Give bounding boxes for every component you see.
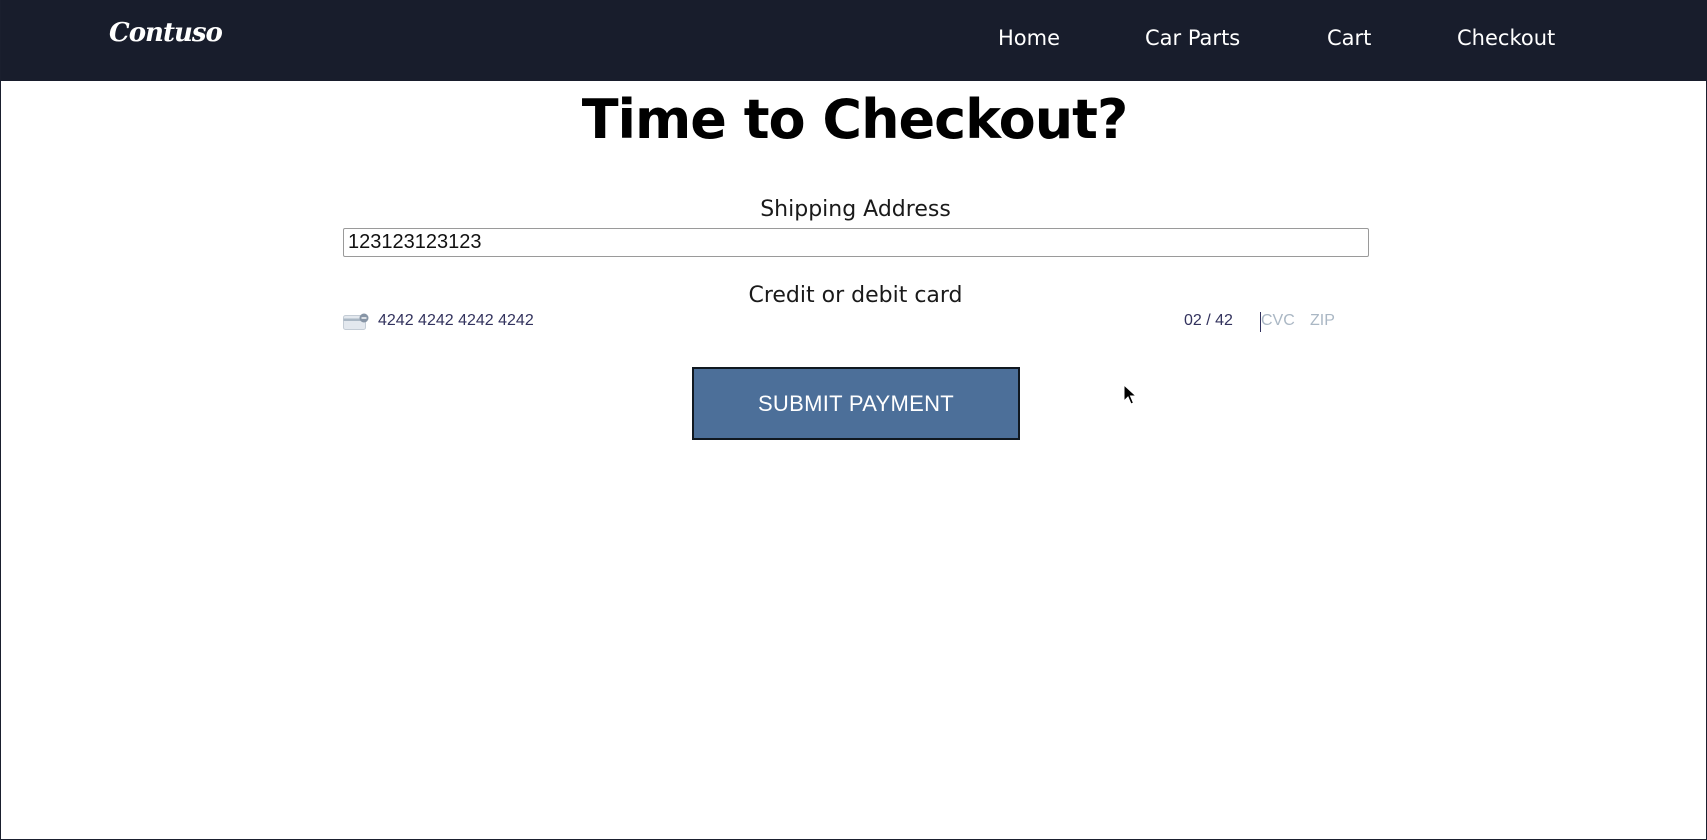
card-expiry-field[interactable]: 02 / 42 <box>1184 312 1233 330</box>
mouse-pointer-icon <box>1123 384 1137 405</box>
nav-link-checkout[interactable]: Checkout <box>1457 26 1555 50</box>
card-label: Credit or debit card <box>748 283 963 308</box>
nav-link-car-parts[interactable]: Car Parts <box>1145 26 1240 50</box>
shipping-address-input[interactable] <box>343 228 1369 257</box>
top-navbar: Contuso Home Car Parts Cart Checkout <box>1 0 1707 81</box>
submit-payment-button[interactable]: SUBMIT PAYMENT <box>692 367 1020 440</box>
generic-credit-card-icon <box>343 313 369 330</box>
nav-link-cart[interactable]: Cart <box>1327 26 1371 50</box>
card-input[interactable]: 4242 4242 4242 4242 02 / 42 CVC ZIP <box>343 308 1369 336</box>
card-cvc-field[interactable]: CVC <box>1261 312 1295 330</box>
page-title: Time to Checkout? <box>581 88 1129 151</box>
shipping-address-label: Shipping Address <box>760 197 951 222</box>
card-number-field[interactable]: 4242 4242 4242 4242 <box>378 312 534 330</box>
nav-link-home[interactable]: Home <box>998 26 1060 50</box>
brand-logo[interactable]: Contuso <box>109 18 223 48</box>
card-zip-field[interactable]: ZIP <box>1310 312 1335 330</box>
